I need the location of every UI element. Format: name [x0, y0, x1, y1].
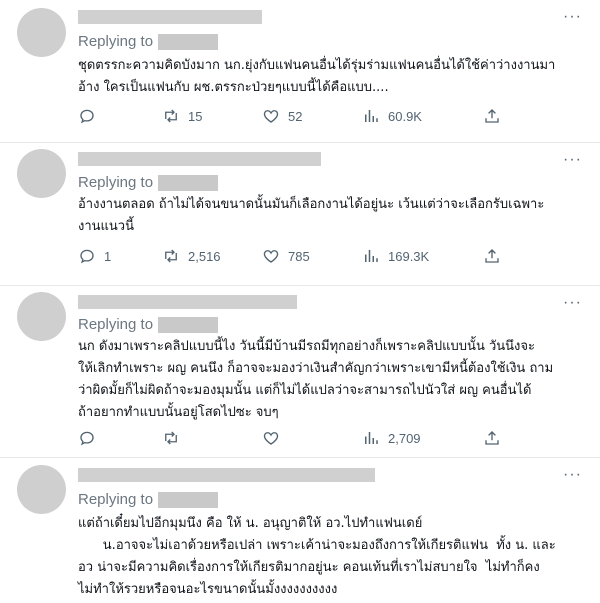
reply-button[interactable]	[78, 429, 104, 447]
avatar[interactable]	[17, 8, 66, 57]
view-count: 169.3K	[388, 248, 430, 264]
replying-to: Replying to	[78, 491, 219, 508]
replying-to-label: Replying to	[78, 174, 154, 191]
replied-user-redacted[interactable]	[158, 174, 219, 191]
avatar[interactable]	[17, 149, 66, 198]
retweet-icon	[165, 431, 177, 445]
view-count: 2,709	[388, 430, 421, 446]
like-button[interactable]: 785	[262, 247, 310, 265]
analytics-icon	[365, 250, 378, 262]
tweet-card[interactable]: ··· Replying to นก ดังมาเพราะคลิปแบบนี้ไ…	[0, 286, 600, 458]
tweet-text: อ้างงานตลอด ถ้าไม่ได้จนขนาดนั้นมันก็เลือ…	[78, 197, 545, 234]
tweet-actions: 15 52 60.9K	[78, 107, 508, 127]
replying-to-label: Replying to	[78, 33, 154, 50]
author-name-redacted[interactable]	[78, 152, 321, 166]
like-button[interactable]: 52	[262, 107, 302, 125]
retweet-button[interactable]	[162, 429, 188, 447]
tweet-card[interactable]: ··· Replying to ชุดตรรกะความคิดบังมาก นก…	[0, 0, 600, 143]
heart-icon	[263, 110, 279, 123]
more-options-icon[interactable]: ···	[563, 467, 582, 483]
share-icon	[485, 249, 499, 263]
reply-icon	[80, 109, 94, 124]
replying-to: Replying to	[78, 33, 219, 50]
replied-user-redacted[interactable]	[158, 33, 219, 50]
share-icon	[485, 431, 499, 445]
views-button[interactable]: 60.9K	[362, 107, 422, 125]
author-name-redacted[interactable]	[78, 10, 262, 24]
retweet-button[interactable]: 2,516	[162, 247, 221, 265]
views-button[interactable]: 2,709	[362, 429, 421, 447]
retweet-count: 15	[188, 108, 203, 124]
avatar[interactable]	[17, 465, 66, 514]
reply-icon	[80, 431, 94, 446]
more-options-icon[interactable]: ···	[563, 9, 582, 25]
view-count: 60.9K	[388, 108, 422, 124]
like-count: 52	[288, 108, 303, 124]
like-button[interactable]	[262, 429, 288, 447]
more-options-icon[interactable]: ···	[563, 295, 582, 311]
share-button[interactable]	[483, 247, 501, 265]
reply-icon	[80, 249, 94, 264]
replied-user-redacted[interactable]	[158, 316, 219, 333]
tweet-text: นก ดังมาเพราะคลิปแบบนี้ไง วันนี้มีบ้านมี…	[78, 339, 554, 420]
share-icon	[485, 109, 499, 123]
replying-to-label: Replying to	[78, 491, 154, 508]
replied-user-redacted[interactable]	[158, 491, 219, 508]
retweet-button[interactable]: 15	[162, 107, 202, 125]
tweet-actions: 1 2,516 785 169.3K	[78, 247, 508, 267]
replying-to: Replying to	[78, 174, 219, 191]
tweet-actions: 2,709	[78, 429, 508, 449]
analytics-icon	[365, 432, 378, 444]
replying-to-label: Replying to	[78, 316, 154, 333]
reply-button[interactable]	[78, 107, 104, 125]
replying-to: Replying to	[78, 316, 219, 333]
more-options-icon[interactable]: ···	[563, 152, 582, 168]
share-button[interactable]	[483, 429, 501, 447]
views-button[interactable]: 169.3K	[362, 247, 429, 265]
retweet-count: 2,516	[188, 248, 221, 264]
reply-count: 1	[104, 248, 112, 264]
heart-icon	[263, 250, 279, 263]
retweet-icon	[165, 109, 177, 123]
author-name-redacted[interactable]	[78, 468, 375, 482]
share-button[interactable]	[483, 107, 501, 125]
author-name-redacted[interactable]	[78, 295, 297, 309]
avatar[interactable]	[17, 292, 66, 341]
tweet-card[interactable]: ··· Replying to แต่ถ้าเดี๋ยมไปอีกมุมนึง …	[0, 458, 600, 603]
tweet-text: ชุดตรรกะความคิดบังมาก นก.ยุ่งกับแฟนคนอื่…	[78, 58, 556, 95]
like-count: 785	[288, 248, 310, 264]
analytics-icon	[365, 110, 378, 122]
tweet-card[interactable]: ··· Replying to อ้างงานตลอด ถ้าไม่ได้จนข…	[0, 143, 600, 286]
heart-icon	[263, 432, 279, 445]
retweet-icon	[165, 249, 177, 263]
reply-button[interactable]: 1	[78, 247, 111, 265]
tweet-text: แต่ถ้าเดี๋ยมไปอีกมุมนึง คือ ให้ น. อนุญา…	[78, 516, 556, 597]
